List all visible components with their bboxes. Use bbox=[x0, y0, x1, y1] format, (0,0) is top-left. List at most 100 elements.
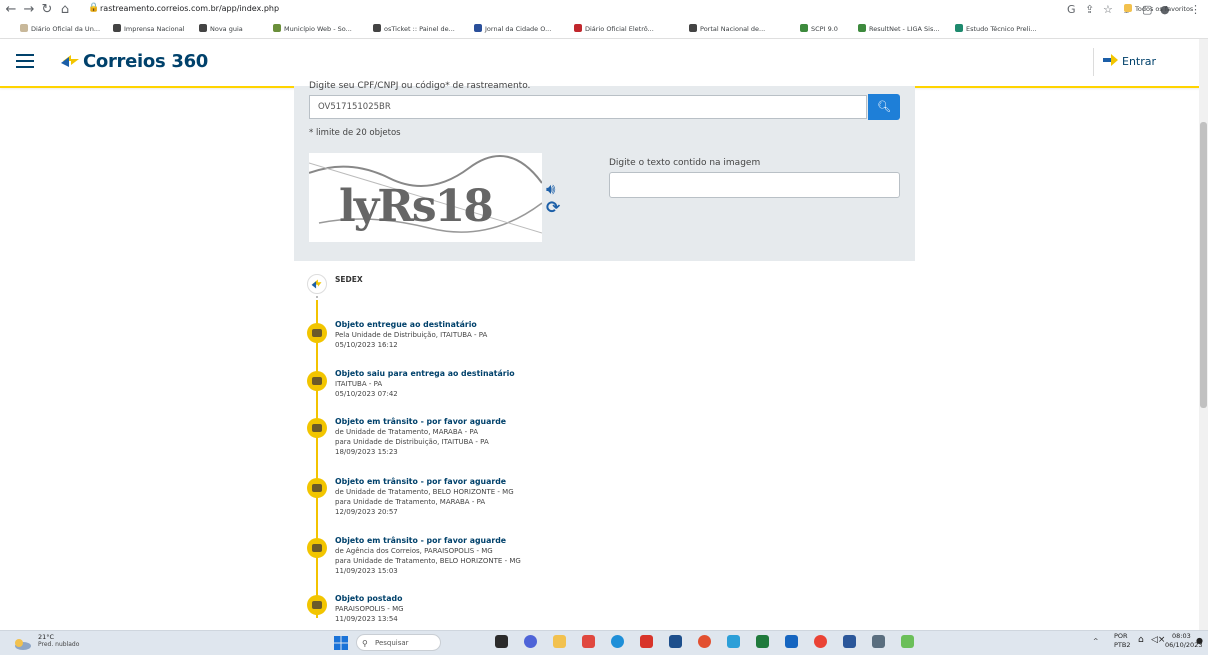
share-icon[interactable]: ⇪ bbox=[1085, 3, 1094, 16]
bookmark-favicon-icon bbox=[20, 24, 28, 32]
reload-icon[interactable]: ↻ bbox=[40, 2, 54, 17]
folder-icon bbox=[1124, 4, 1132, 12]
app-icon-4[interactable] bbox=[901, 635, 914, 648]
scrollbar-thumb[interactable] bbox=[1200, 122, 1207, 408]
all-favorites[interactable]: Todos os favoritos bbox=[1124, 4, 1193, 13]
weather-temp[interactable]: 21°C bbox=[38, 633, 54, 641]
captcha-input[interactable] bbox=[609, 172, 900, 198]
bookmark-item[interactable]: Diário Oficial da Un... bbox=[20, 24, 100, 33]
bookmark-item[interactable]: SCPI 9.0 bbox=[800, 24, 838, 33]
app-icon-1[interactable] bbox=[582, 635, 595, 648]
search-icon: 🔍︎ bbox=[877, 100, 891, 113]
limit-note: * limite de 20 objetos bbox=[309, 128, 401, 138]
package-icon bbox=[312, 484, 322, 492]
word-icon[interactable] bbox=[843, 635, 856, 648]
bookmark-favicon-icon bbox=[574, 24, 582, 32]
home-icon[interactable]: ⌂ bbox=[58, 2, 72, 17]
captcha-text: lyRs18 bbox=[339, 181, 492, 232]
weather-icon[interactable] bbox=[12, 635, 32, 650]
keyboard-layout[interactable]: PTB2 bbox=[1114, 641, 1131, 649]
notification-icon[interactable]: ● bbox=[1196, 636, 1203, 645]
event-detail-line: para Unidade de Distribuição, ITAITUBA -… bbox=[335, 438, 489, 446]
bookmark-item[interactable]: Portal Nacional de... bbox=[689, 24, 765, 33]
sedex-icon bbox=[307, 274, 327, 294]
excel-icon[interactable] bbox=[756, 635, 769, 648]
chevron-up-icon[interactable]: ^ bbox=[1093, 637, 1098, 645]
captcha-label: Digite o texto contido na imagem bbox=[609, 158, 761, 168]
event-detail-line: de Unidade de Tratamento, BELO HORIZONTE… bbox=[335, 488, 514, 496]
event-detail-line: para Unidade de Tratamento, BELO HORIZON… bbox=[335, 557, 521, 565]
bookmark-item[interactable]: Diário Oficial Eletrô... bbox=[574, 24, 654, 33]
bookmark-item[interactable]: Imprensa Nacional bbox=[113, 24, 185, 33]
language-indicator[interactable]: POR bbox=[1114, 632, 1128, 640]
lock-icon[interactable]: 🔒 bbox=[88, 3, 99, 13]
tracking-code-input[interactable] bbox=[309, 95, 867, 119]
clock-time[interactable]: 08:03 bbox=[1172, 632, 1191, 640]
windows-taskbar bbox=[0, 630, 1208, 655]
address-bar[interactable]: rastreamento.correios.com.br/app/index.p… bbox=[100, 4, 279, 13]
event-detail-line: Pela Unidade de Distribuição, ITAITUBA -… bbox=[335, 331, 488, 339]
bookmark-favicon-icon bbox=[474, 24, 482, 32]
event-title: Objeto postado bbox=[335, 594, 403, 603]
hamburger-menu-icon[interactable] bbox=[16, 54, 34, 68]
windows-start-icon[interactable] bbox=[334, 635, 348, 650]
weather-desc[interactable]: Pred. nublado bbox=[38, 641, 79, 648]
back-icon[interactable]: ← bbox=[4, 2, 18, 17]
task-view-icon[interactable] bbox=[495, 635, 508, 648]
chat-icon[interactable] bbox=[524, 635, 537, 648]
event-detail-line: 12/09/2023 20:57 bbox=[335, 508, 398, 516]
captcha-refresh-icon[interactable]: ⟳ bbox=[546, 198, 560, 218]
search-button[interactable]: 🔍︎ bbox=[868, 94, 900, 120]
event-detail-line: para Unidade de Tratamento, MARABA - PA bbox=[335, 498, 486, 506]
calculator-icon[interactable] bbox=[872, 635, 885, 648]
package-icon bbox=[312, 601, 322, 609]
volume-icon[interactable]: ◁× bbox=[1151, 635, 1165, 645]
event-status-icon bbox=[307, 478, 327, 498]
google-icon[interactable]: G bbox=[1067, 3, 1076, 16]
bookmark-favicon-icon bbox=[858, 24, 866, 32]
bookmark-favicon-icon bbox=[113, 24, 121, 32]
event-detail-line: 11/09/2023 13:54 bbox=[335, 615, 398, 623]
bookmark-favicon-icon bbox=[273, 24, 281, 32]
bookmark-item[interactable]: Município Web - So... bbox=[273, 24, 352, 33]
bookmark-item[interactable]: Estudo Técnico Preli... bbox=[955, 24, 1036, 33]
bookmark-item[interactable]: osTicket :: Painel de... bbox=[373, 24, 455, 33]
taskbar-search[interactable]: ⚲ Pesquisar bbox=[356, 634, 441, 651]
header-divider bbox=[1093, 48, 1094, 76]
edge-icon[interactable] bbox=[611, 635, 624, 648]
event-detail-line: de Agência dos Correios, PARAISOPOLIS - … bbox=[335, 547, 493, 555]
bookmark-favicon-icon bbox=[199, 24, 207, 32]
app-icon-2[interactable] bbox=[698, 635, 711, 648]
star-icon[interactable]: ☆ bbox=[1103, 3, 1113, 16]
event-title: Objeto entregue ao destinatário bbox=[335, 320, 477, 329]
file-explorer-icon[interactable] bbox=[553, 635, 566, 648]
event-status-icon bbox=[307, 418, 327, 438]
event-status-icon bbox=[307, 371, 327, 391]
bookmark-favicon-icon bbox=[800, 24, 808, 32]
login-button[interactable]: Entrar bbox=[1122, 55, 1156, 68]
event-detail-line: 05/10/2023 07:42 bbox=[335, 390, 398, 398]
captcha-image: lyRs18 bbox=[309, 153, 542, 242]
service-label: SEDEX bbox=[335, 275, 363, 284]
forward-icon[interactable]: → bbox=[22, 2, 36, 17]
event-status-icon bbox=[307, 323, 327, 343]
logo-text[interactable]: Correios 360 bbox=[83, 51, 208, 72]
pdf-icon[interactable] bbox=[640, 635, 653, 648]
app-icon-3[interactable] bbox=[727, 635, 740, 648]
bookmark-item[interactable]: Nova guia bbox=[199, 24, 243, 33]
bookmark-item[interactable]: Jornal da Cidade O... bbox=[474, 24, 551, 33]
outlook-icon[interactable] bbox=[785, 635, 798, 648]
chrome-icon[interactable] bbox=[814, 635, 827, 648]
event-detail-line: 05/10/2023 16:12 bbox=[335, 341, 398, 349]
bookmark-item[interactable]: ResultNet - LIGA Sis... bbox=[858, 24, 940, 33]
login-arrow-icon[interactable] bbox=[1103, 53, 1119, 67]
search-label: Digite seu CPF/CNPJ ou código* de rastre… bbox=[309, 81, 531, 91]
captcha-audio-icon[interactable]: 🔊︎ bbox=[546, 180, 555, 198]
event-detail-line: PARAISOPOLIS - MG bbox=[335, 605, 404, 613]
event-status-icon bbox=[307, 538, 327, 558]
network-icon[interactable]: ⌂ bbox=[1138, 635, 1144, 645]
event-title: Objeto saiu para entrega ao destinatário bbox=[335, 369, 515, 378]
package-icon bbox=[312, 544, 322, 552]
event-detail-line: 11/09/2023 15:03 bbox=[335, 567, 398, 575]
store-icon[interactable] bbox=[669, 635, 682, 648]
